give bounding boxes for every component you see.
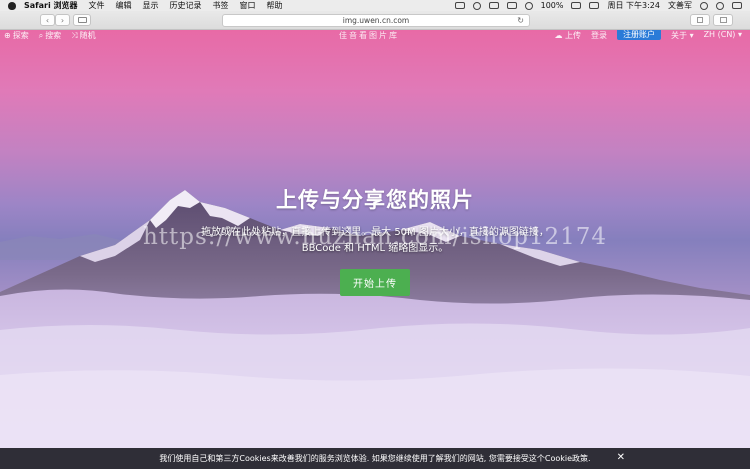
- spotlight-icon[interactable]: [700, 1, 708, 10]
- signup-button[interactable]: 注册账户: [617, 30, 662, 40]
- nav-language[interactable]: ZH (CN) ▾: [704, 30, 742, 39]
- nav-search[interactable]: ⌕ 搜索: [39, 30, 61, 41]
- battery-icon[interactable]: [571, 2, 582, 9]
- nav-about-label: 关于: [671, 31, 688, 40]
- share-icon: [697, 17, 703, 23]
- forward-button[interactable]: ›: [55, 14, 70, 26]
- nav-language-label: ZH (CN): [703, 30, 736, 39]
- nav-explore[interactable]: ⊕ 探索: [4, 30, 29, 41]
- sidebar-icon: [77, 17, 87, 23]
- menu-view[interactable]: 显示: [143, 0, 159, 11]
- chevron-down-icon: ▾: [689, 31, 694, 40]
- web-page: ⊕ 探索 ⌕ 搜索 ⤨ 随机 佳音看图片库 ☁ 上传 登录 注册账户 关于 ▾ ZH …: [0, 30, 750, 469]
- forward-icon: ›: [60, 15, 65, 25]
- watermark-text: https://www.huzhan.com/ishop12174: [142, 224, 608, 250]
- menubar-clock[interactable]: 周日 下午3:24: [607, 0, 660, 11]
- search-icon: ⌕: [38, 30, 44, 40]
- nav-random-label: 随机: [79, 31, 96, 40]
- menubar-status-area: 100% 周日 下午3:24 文善军: [454, 0, 742, 11]
- nav-login[interactable]: 登录: [591, 30, 607, 41]
- compass-icon: ⊕: [4, 31, 11, 40]
- sidebar-button[interactable]: [73, 14, 91, 26]
- menu-window[interactable]: 窗口: [240, 0, 256, 11]
- cloud-upload-icon: ☁: [554, 31, 563, 40]
- nav-explore-label: 探索: [12, 31, 29, 40]
- tabs-overview-button[interactable]: [713, 14, 733, 26]
- wifi-icon[interactable]: [524, 1, 533, 10]
- cookie-notice-bar: 我们使用自己和第三方Cookies来改善我们的服务浏览体验. 如果您继续使用了解…: [0, 448, 750, 469]
- menu-history[interactable]: 历史记录: [170, 0, 202, 11]
- input-source-icon[interactable]: [589, 2, 600, 9]
- shuffle-icon: ⤨: [71, 30, 78, 40]
- qq-icon[interactable]: [488, 2, 499, 9]
- hero-title: 上传与分享您的照片: [276, 188, 474, 212]
- nav-random[interactable]: ⤨ 随机: [71, 30, 95, 41]
- cookie-notice-text: 我们使用自己和第三方Cookies来改善我们的服务浏览体验. 如果您继续使用了解…: [159, 454, 591, 463]
- site-logo[interactable]: 佳音看图片库: [339, 30, 399, 41]
- wechat-icon[interactable]: [506, 2, 517, 9]
- url-text: img.uwen.cn.com: [342, 16, 410, 25]
- nav-left-group: ⊕ 探索 ⌕ 搜索 ⤨ 随机: [4, 30, 96, 41]
- close-icon[interactable]: ✕: [617, 453, 625, 463]
- timer-icon[interactable]: [472, 1, 481, 10]
- siri-icon[interactable]: [716, 1, 724, 10]
- tabs-icon: [719, 17, 727, 23]
- share-button[interactable]: [690, 14, 710, 26]
- notification-center-icon[interactable]: [732, 2, 742, 9]
- screen-icon[interactable]: [454, 2, 465, 9]
- nav-about[interactable]: 关于 ▾: [671, 30, 694, 41]
- menubar-user[interactable]: 文善军: [668, 0, 692, 11]
- apple-icon[interactable]: [8, 1, 16, 10]
- nav-search-label: 搜索: [45, 31, 62, 40]
- nav-upload-label: 上传: [565, 31, 582, 40]
- address-bar[interactable]: img.uwen.cn.com ↻: [222, 14, 530, 27]
- reload-icon[interactable]: ↻: [517, 16, 524, 25]
- macos-menubar: Safari 浏览器 文件 编辑 显示 历史记录 书签 窗口 帮助 100% 周…: [0, 0, 750, 11]
- battery-percent: 100%: [540, 1, 564, 10]
- menu-edit[interactable]: 编辑: [116, 0, 132, 11]
- back-icon: ‹: [45, 15, 50, 25]
- chevron-down-icon: ▾: [737, 30, 742, 39]
- browser-toolbar: ‹ › img.uwen.cn.com ↻: [0, 11, 750, 30]
- menu-file[interactable]: 文件: [89, 0, 105, 11]
- menu-app-safari[interactable]: Safari 浏览器: [24, 0, 78, 11]
- menu-bookmarks[interactable]: 书签: [213, 0, 229, 11]
- nav-upload[interactable]: ☁ 上传: [554, 30, 581, 41]
- start-upload-button[interactable]: 开始上传: [340, 269, 410, 296]
- nav-right-group: ☁ 上传 登录 注册账户 关于 ▾ ZH (CN) ▾: [554, 30, 742, 41]
- site-navbar: ⊕ 探索 ⌕ 搜索 ⤨ 随机 佳音看图片库 ☁ 上传 登录 注册账户 关于 ▾ ZH …: [0, 30, 750, 40]
- menu-help[interactable]: 帮助: [267, 0, 283, 11]
- back-button[interactable]: ‹: [40, 14, 55, 26]
